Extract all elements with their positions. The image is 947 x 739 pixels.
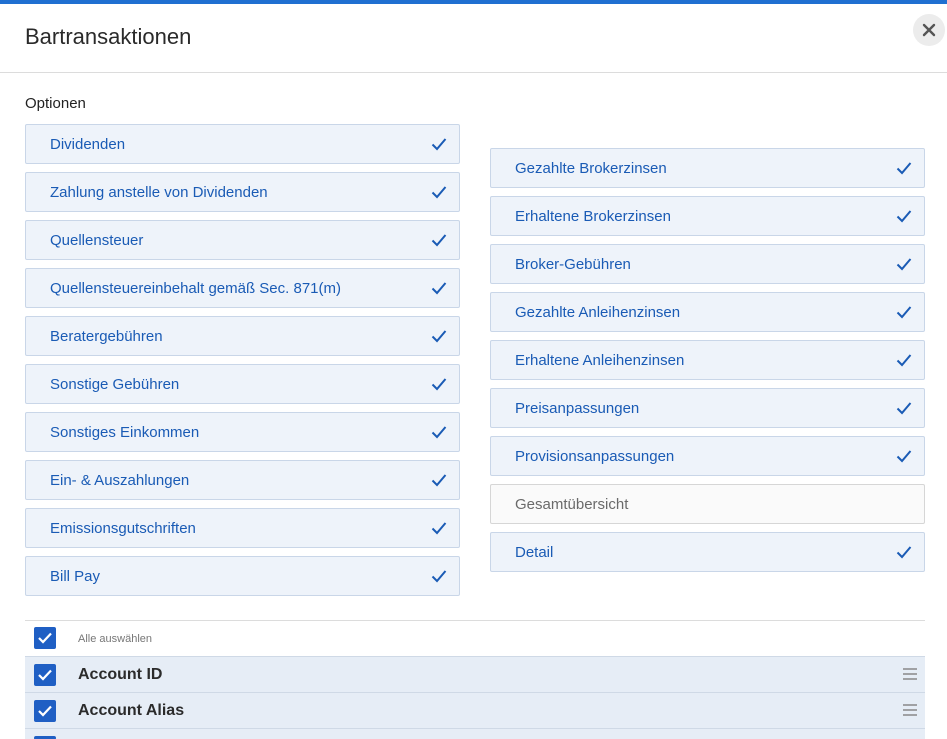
option-label: Gezahlte Brokerzinsen bbox=[515, 159, 667, 177]
option-sonstige-gebuehren[interactable]: Sonstige Gebühren bbox=[25, 364, 460, 404]
option-dividenden[interactable]: Dividenden bbox=[25, 124, 460, 164]
select-all-checkbox[interactable] bbox=[34, 627, 56, 649]
option-label: Bill Pay bbox=[50, 567, 101, 585]
checkmark-icon bbox=[896, 354, 912, 367]
option-label: Provisionsanpassungen bbox=[515, 447, 675, 465]
checkmark-icon bbox=[896, 162, 912, 175]
option-emissionsgutschriften[interactable]: Emissionsgutschriften bbox=[25, 508, 460, 548]
field-label: Account ID bbox=[78, 666, 163, 683]
option-broker-gebuehren[interactable]: Broker-Gebühren bbox=[490, 244, 925, 284]
option-label: Dividenden bbox=[50, 135, 126, 153]
option-quellensteuereinbehalt[interactable]: Quellensteuereinbehalt gemäß Sec. 871(m) bbox=[25, 268, 460, 308]
option-gesamtuebersicht[interactable]: Gesamtübersicht bbox=[490, 484, 925, 524]
option-label: Detail bbox=[515, 543, 554, 561]
drag-handle-icon[interactable] bbox=[903, 668, 917, 680]
close-icon bbox=[922, 23, 936, 37]
field-row-account-alias[interactable]: Account Alias bbox=[25, 692, 925, 728]
checkmark-icon bbox=[431, 474, 447, 487]
checkmark-icon bbox=[896, 402, 912, 415]
field-checkbox[interactable] bbox=[34, 700, 56, 722]
option-label: Zahlung anstelle von Dividenden bbox=[50, 183, 268, 201]
field-row-account-id[interactable]: Account ID bbox=[25, 656, 925, 692]
option-ein-auszahlungen[interactable]: Ein- & Auszahlungen bbox=[25, 460, 460, 500]
checkmark-icon bbox=[896, 210, 912, 223]
dialog-title: Bartransaktionen bbox=[25, 24, 192, 49]
checkmark-icon bbox=[431, 186, 447, 199]
checkmark-icon bbox=[431, 426, 447, 439]
checkmark-icon bbox=[431, 282, 447, 295]
checkmark-icon bbox=[896, 306, 912, 319]
option-label: Erhaltene Brokerzinsen bbox=[515, 207, 671, 225]
checkmark-icon bbox=[431, 522, 447, 535]
option-label: Gezahlte Anleihenzinsen bbox=[515, 303, 681, 321]
option-sonstiges-einkommen[interactable]: Sonstiges Einkommen bbox=[25, 412, 460, 452]
option-label: Sonstige Gebühren bbox=[50, 375, 180, 393]
dialog-header: Bartransaktionen bbox=[0, 4, 947, 73]
field-label: Account Alias bbox=[78, 702, 185, 719]
option-label: Ein- & Auszahlungen bbox=[50, 471, 190, 489]
section-divider bbox=[25, 620, 925, 621]
checkmark-icon bbox=[431, 330, 447, 343]
option-erhaltene-anleihenzinsen[interactable]: Erhaltene Anleihenzinsen bbox=[490, 340, 925, 380]
checkmark-icon bbox=[431, 234, 447, 247]
drag-handle-icon[interactable] bbox=[903, 704, 917, 716]
option-provisionsanpassungen[interactable]: Provisionsanpassungen bbox=[490, 436, 925, 476]
option-label: Broker-Gebühren bbox=[515, 255, 631, 273]
select-all-label: Alle auswählen bbox=[78, 633, 152, 645]
option-label: Erhaltene Anleihenzinsen bbox=[515, 351, 685, 369]
option-detail[interactable]: Detail bbox=[490, 532, 925, 572]
option-beratergebuehren[interactable]: Beratergebühren bbox=[25, 316, 460, 356]
option-label: Emissionsgutschriften bbox=[50, 519, 196, 537]
checkmark-icon bbox=[38, 669, 52, 681]
option-zahlung-anstelle-von-dividenden[interactable]: Zahlung anstelle von Dividenden bbox=[25, 172, 460, 212]
field-row-partial bbox=[25, 728, 925, 739]
option-quellensteuer[interactable]: Quellensteuer bbox=[25, 220, 460, 260]
option-erhaltene-brokerzinsen[interactable]: Erhaltene Brokerzinsen bbox=[490, 196, 925, 236]
option-label: Gesamtübersicht bbox=[515, 495, 629, 513]
close-button[interactable] bbox=[913, 14, 945, 46]
field-checkbox[interactable] bbox=[34, 664, 56, 686]
option-label: Preisanpassungen bbox=[515, 399, 640, 417]
checkmark-icon bbox=[431, 138, 447, 151]
option-label: Beratergebühren bbox=[50, 327, 163, 345]
option-preisanpassungen[interactable]: Preisanpassungen bbox=[490, 388, 925, 428]
options-label: Optionen bbox=[25, 95, 86, 112]
checkmark-icon bbox=[896, 450, 912, 463]
option-bill-pay[interactable]: Bill Pay bbox=[25, 556, 460, 596]
checkmark-icon bbox=[896, 258, 912, 271]
option-label: Sonstiges Einkommen bbox=[50, 423, 200, 441]
checkmark-icon bbox=[38, 705, 52, 717]
option-label: Quellensteuereinbehalt gemäß Sec. 871(m) bbox=[50, 279, 341, 297]
option-label: Quellensteuer bbox=[50, 231, 144, 249]
checkmark-icon bbox=[431, 570, 447, 583]
option-gezahlte-brokerzinsen[interactable]: Gezahlte Brokerzinsen bbox=[490, 148, 925, 188]
checkmark-icon bbox=[431, 378, 447, 391]
checkmark-icon bbox=[38, 632, 52, 644]
checkmark-icon bbox=[896, 546, 912, 559]
option-gezahlte-anleihenzinsen[interactable]: Gezahlte Anleihenzinsen bbox=[490, 292, 925, 332]
